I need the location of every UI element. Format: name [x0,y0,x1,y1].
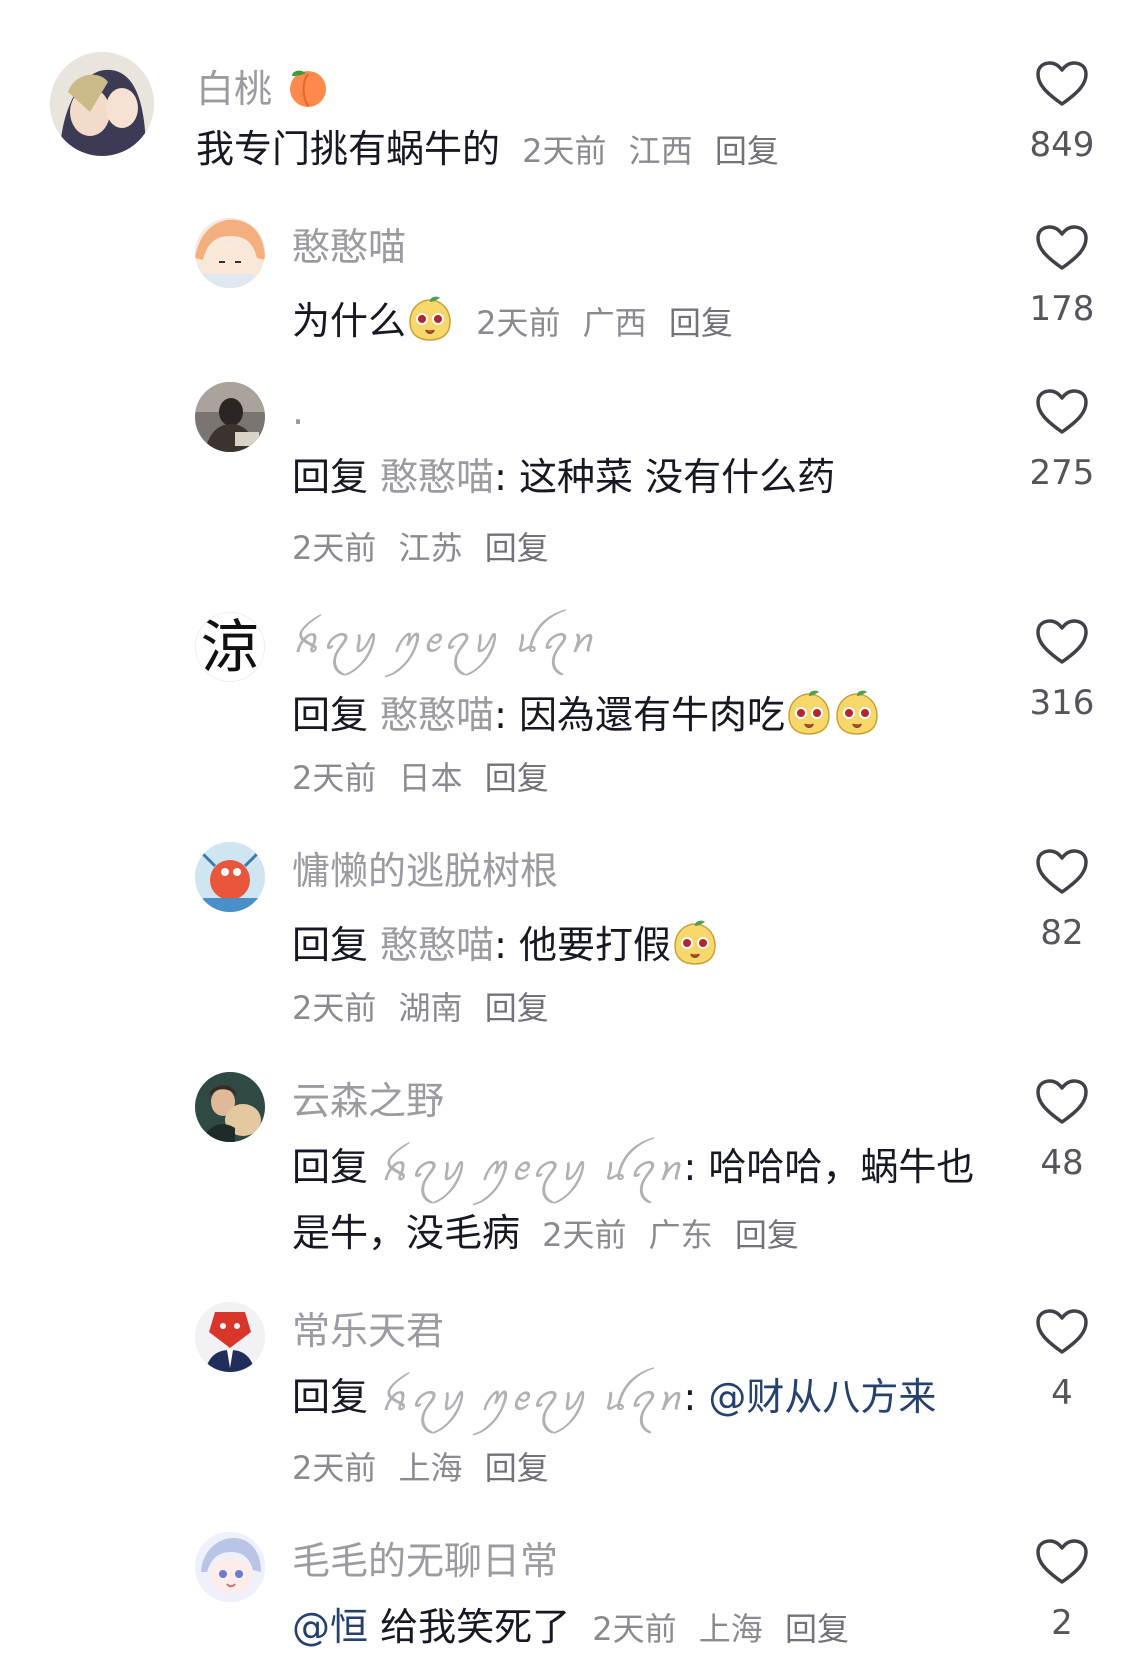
username[interactable]: . [292,392,304,430]
heart-outline-icon [1036,389,1088,434]
comment-location: 湖南 [398,989,463,1027]
comment-location: 江西 [628,132,693,170]
like-button[interactable]: 275 [1002,388,1122,490]
mention-link[interactable]: @财从八方来 [708,1375,936,1419]
like-count: 849 [1029,125,1095,165]
comment-location: 上海 [398,1449,463,1487]
comment-meta: 2天前 日本 回复 [292,762,561,794]
heart-outline-icon [1036,619,1088,664]
reply-target[interactable]: 憨憨喵 [380,923,494,967]
like-count: 82 [1040,913,1084,953]
avatar[interactable] [195,218,265,288]
comment-location: 江苏 [398,529,463,567]
comment-time: 2天前 [592,1610,677,1648]
like-count: 2 [1051,1603,1073,1643]
comment-time: 2天前 [542,1216,627,1254]
username[interactable]: 白桃 [196,62,332,110]
mango-face-emoji [674,920,716,965]
comment-text: @恒 给我笑死了 2天前 上海 回复 [292,1605,849,1649]
mango-face-emoji [409,296,451,341]
reply-button[interactable]: 回复 [785,1610,849,1648]
like-count: 178 [1029,289,1095,329]
comment-text: 回复 ꫝꪖꪗ ꪑꫀꪖꪗ ꪊꪖꪀ: @财从八方来 [292,1375,937,1419]
mango-face-emoji [788,690,830,735]
comment-text-continued: 是牛，没毛病 2天前 广东 回复 [292,1211,799,1255]
comment-meta: 2天前 上海 回复 [292,1452,561,1484]
like-button[interactable]: 849 [1002,60,1122,162]
comment-meta: 2天前 湖南 回复 [292,992,561,1024]
avatar[interactable] [195,382,265,452]
reply-button[interactable]: 回复 [715,132,779,170]
mango-face-emoji [836,690,878,735]
username[interactable]: 常乐天君 [292,1312,444,1350]
avatar[interactable] [195,1302,265,1372]
comment-location: 广西 [582,304,647,342]
reply-target[interactable]: 憨憨喵 [380,455,494,499]
avatar[interactable] [195,842,265,912]
reply-button[interactable]: 回复 [735,1216,799,1254]
reply-button[interactable]: 回复 [485,989,549,1027]
heart-outline-icon [1036,61,1088,106]
comment-time: 2天前 [292,759,377,797]
username[interactable]: 慵懒的逃脱树根 [292,852,558,890]
mention-link[interactable]: @恒 [292,1605,368,1649]
reply-target[interactable]: ꫝꪖꪗ ꪑꫀꪖꪗ ꪊꪖꪀ [380,1149,683,1189]
like-button[interactable]: 48 [1002,1078,1122,1180]
like-count: 316 [1029,683,1095,723]
comment-time: 2天前 [522,132,607,170]
avatar[interactable] [195,1072,265,1142]
heart-outline-icon [1036,849,1088,894]
heart-outline-icon [1036,1309,1088,1354]
reply-target[interactable]: ꫝꪖꪗ ꪑꫀꪖꪗ ꪊꪖꪀ [380,1379,683,1419]
like-button[interactable]: 316 [1002,618,1122,720]
like-count: 4 [1051,1373,1073,1413]
avatar-char: 涼 [200,613,259,681]
comment-text: 回复 憨憨喵: 因為還有牛肉吃 [292,688,881,736]
comment-text: 回复 ꫝꪖꪗ ꪑꫀꪖꪗ ꪊꪖꪀ: 哈哈哈，蜗牛也 [292,1145,975,1189]
comment-time: 2天前 [292,1449,377,1487]
reply-target[interactable]: 憨憨喵 [380,693,494,737]
like-button[interactable]: 82 [1002,848,1122,950]
avatar[interactable] [50,52,154,156]
comment-text: 我专门挑有蜗牛的 2天前 江西 回复 [196,127,779,171]
comment-location: 广东 [648,1216,713,1254]
username[interactable]: 憨憨喵 [292,228,406,266]
comment-time: 2天前 [476,304,561,342]
comment-location: 上海 [698,1610,763,1648]
reply-button[interactable]: 回复 [485,1449,549,1487]
like-button[interactable]: 4 [1002,1308,1122,1410]
reply-button[interactable]: 回复 [485,759,549,797]
like-button[interactable]: 178 [1002,224,1122,326]
heart-outline-icon [1036,1539,1088,1584]
like-count: 48 [1040,1143,1084,1183]
comment-text: 为什么 2天前 广西 回复 [292,294,745,342]
comment-text: 回复 憨憨喵: 他要打假 [292,918,719,966]
avatar[interactable]: 涼 [195,612,265,682]
comment-time: 2天前 [292,989,377,1027]
heart-outline-icon [1036,1079,1088,1124]
username[interactable]: 毛毛的无聊日常 [292,1542,558,1580]
reply-button[interactable]: 回复 [485,529,549,567]
username[interactable]: 云森之野 [292,1082,444,1120]
comment-meta: 2天前 江苏 回复 [292,532,561,564]
peach-emoji [290,70,327,107]
like-count: 275 [1029,453,1095,493]
reply-button[interactable]: 回复 [669,304,733,342]
comment-text: 回复 憨憨喵: 这种菜 没有什么药 [292,455,836,499]
heart-outline-icon [1036,225,1088,270]
username[interactable]: ꫝꪖꪗ ꪑꫀꪖꪗ ꪊꪖꪀ [292,624,595,658]
avatar[interactable] [195,1532,265,1602]
like-button[interactable]: 2 [1002,1538,1122,1640]
comment-location: 日本 [398,759,463,797]
comment-time: 2天前 [292,529,377,567]
